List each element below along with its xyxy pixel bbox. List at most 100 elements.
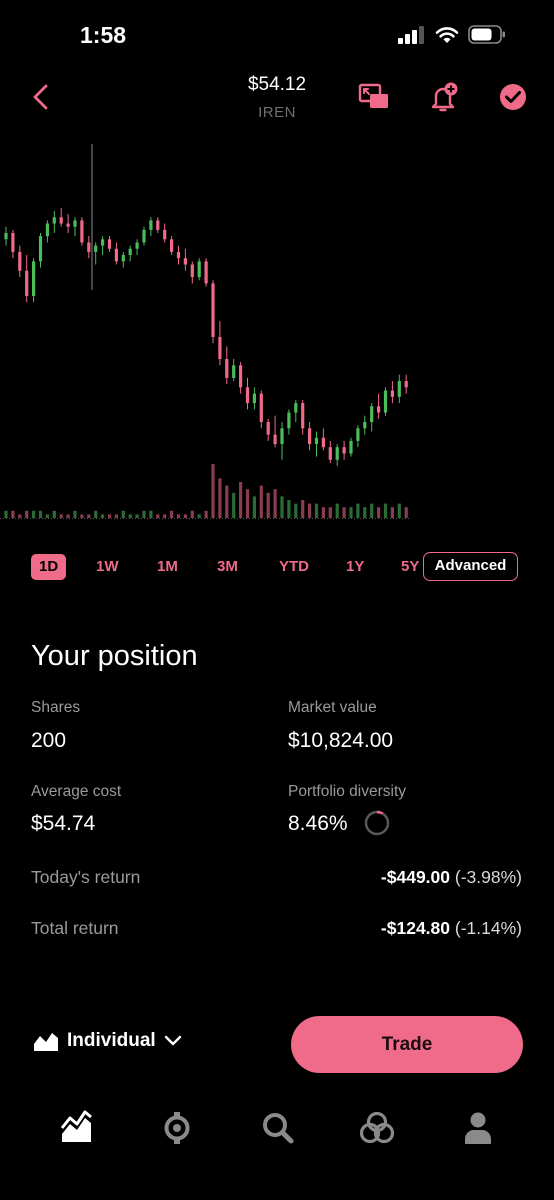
- candle-body: [363, 422, 367, 429]
- candle-body: [204, 261, 208, 284]
- candle-body: [38, 236, 43, 262]
- range-tab-1m[interactable]: 1M: [157, 554, 178, 580]
- volume-bar: [287, 500, 291, 518]
- volume-bar: [94, 510, 98, 518]
- volume-bar: [11, 510, 15, 518]
- stock-header: $54.12 IREN: [0, 70, 554, 130]
- total-return-amount: -$124.80: [380, 918, 451, 938]
- todays-return-percent: (-3.98%): [454, 867, 522, 887]
- nav-browse-icon[interactable]: [157, 1108, 197, 1148]
- volume-bar: [397, 503, 401, 518]
- candle-body: [4, 233, 8, 240]
- volume-bar: [73, 510, 77, 518]
- volume-bar: [356, 503, 360, 518]
- volume-bar: [245, 489, 250, 518]
- nav-profile-icon[interactable]: [458, 1108, 498, 1148]
- nav-search-icon[interactable]: [258, 1108, 298, 1148]
- candle-body: [135, 242, 139, 249]
- range-tab-1y[interactable]: 1Y: [346, 554, 364, 580]
- volume-bar: [107, 514, 112, 518]
- volume-bar: [383, 503, 388, 518]
- candle-body: [197, 261, 201, 278]
- candle-body: [273, 434, 277, 445]
- range-tab-1w[interactable]: 1W: [96, 554, 119, 580]
- range-tab-1d[interactable]: 1D: [31, 554, 67, 580]
- account-selector[interactable]: Individual: [33, 1030, 182, 1052]
- candle-body: [259, 393, 263, 422]
- picture-in-picture-icon[interactable]: [357, 80, 391, 114]
- average-cost-label: Average cost: [31, 783, 122, 800]
- range-tab-ytd[interactable]: YTD: [279, 554, 309, 580]
- status-icons: [398, 25, 506, 44]
- battery-icon: [468, 25, 505, 44]
- status-bar: 1:58: [0, 0, 554, 70]
- candle-body: [190, 264, 194, 278]
- candle-body: [18, 251, 22, 271]
- volume-bar: [87, 514, 91, 518]
- advanced-chart-button[interactable]: Advanced: [423, 552, 518, 581]
- candle-body: [252, 393, 256, 404]
- candle-body: [73, 220, 77, 227]
- candle-body: [114, 248, 118, 262]
- candle-body: [239, 365, 243, 388]
- volume-bar: [197, 514, 201, 518]
- candle-body: [183, 258, 187, 265]
- candle-body: [266, 422, 270, 435]
- candle-body: [107, 239, 112, 249]
- volume-bar: [232, 492, 236, 518]
- nav-investing-chart-icon[interactable]: [56, 1108, 96, 1148]
- volume-bar: [218, 478, 222, 518]
- volume-bar: [38, 510, 43, 518]
- candle-body: [370, 406, 374, 422]
- volume-bar: [266, 492, 270, 518]
- candle-body: [225, 359, 229, 378]
- candle-body: [397, 381, 401, 397]
- nav-cards-icon[interactable]: [357, 1108, 397, 1148]
- candle-body: [314, 437, 319, 445]
- todays-return-value: -$449.00 (-3.98%): [381, 867, 522, 888]
- time-range-selector: 1D 1W 1M 3M YTD 1Y 5Y Advanced: [0, 552, 554, 584]
- volume-bar: [314, 503, 319, 518]
- candle-body: [170, 239, 174, 252]
- candle-body: [404, 381, 408, 388]
- volume-bar: [149, 510, 153, 518]
- candle-body: [287, 412, 291, 429]
- candle-body: [245, 387, 250, 404]
- total-return-label: Total return: [31, 918, 119, 938]
- todays-return-amount: -$449.00: [380, 867, 451, 887]
- candle-body: [45, 223, 49, 237]
- volume-bar: [4, 510, 8, 518]
- candle-body: [294, 403, 298, 413]
- trade-button[interactable]: Trade: [291, 1016, 523, 1073]
- candle-body: [163, 229, 167, 240]
- cellular-signal-icon: [398, 25, 424, 44]
- range-tab-3m[interactable]: 3M: [217, 554, 238, 580]
- volume-bar: [52, 510, 56, 518]
- volume-bar: [176, 514, 181, 518]
- candle-body: [218, 336, 222, 359]
- range-tab-5y[interactable]: 5Y: [401, 554, 419, 580]
- candle-body: [321, 437, 325, 448]
- volume-bar: [377, 507, 381, 518]
- volume-bar: [18, 514, 22, 518]
- on-watchlist-check-icon[interactable]: [496, 80, 530, 114]
- candle-body: [301, 403, 305, 429]
- volume-bar: [170, 510, 174, 518]
- diversity-ring-icon[interactable]: [363, 809, 391, 837]
- candle-body: [383, 390, 388, 413]
- price-chart[interactable]: [0, 140, 554, 525]
- volume-bar: [273, 489, 277, 518]
- chevron-down-icon: [164, 1035, 181, 1046]
- volume-bar: [321, 507, 325, 518]
- candle-body: [142, 229, 146, 243]
- volume-bar: [114, 514, 118, 518]
- candle-body: [121, 255, 125, 262]
- volume-bar: [259, 485, 263, 518]
- candle-body: [59, 217, 63, 224]
- stock-detail-screen: 1:58 $54.12 IREN 1D 1W 1M 3M YTD 1Y 5Y A…: [0, 0, 554, 1200]
- add-alert-bell-icon[interactable]: [428, 80, 462, 114]
- volume-bar: [59, 514, 63, 518]
- market-value: $10,824.00: [288, 729, 394, 752]
- candle-body: [328, 447, 332, 460]
- portfolio-diversity-label: Portfolio diversity: [288, 783, 407, 800]
